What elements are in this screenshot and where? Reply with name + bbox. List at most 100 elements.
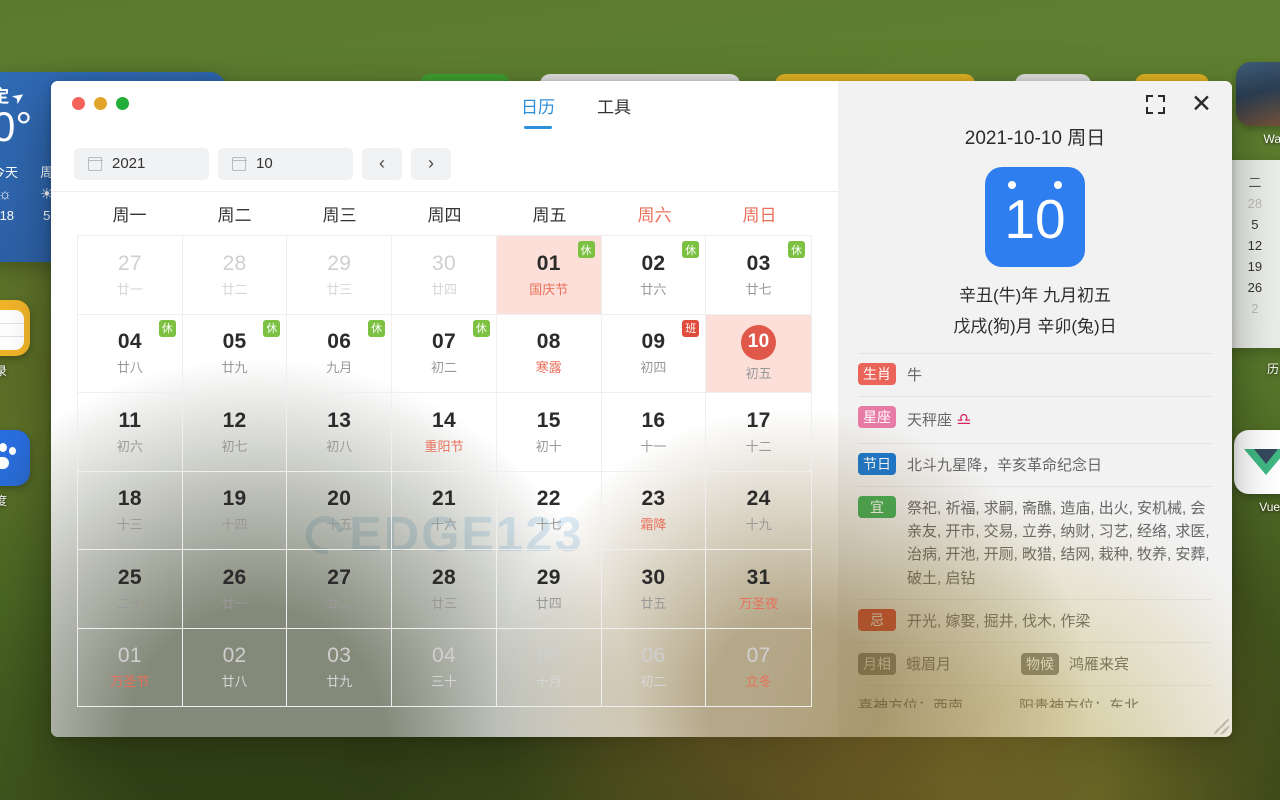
weekday-thu: 周四 — [392, 201, 497, 226]
day-number: 29 — [327, 252, 351, 276]
day-number: 15 — [537, 409, 561, 433]
calendar-day-cell[interactable]: 休04廿八 — [78, 315, 183, 394]
day-number: 03 — [327, 644, 351, 668]
month-picker[interactable]: 10 — [218, 148, 353, 180]
calendar-day-cell[interactable]: 28廿二 — [183, 236, 288, 315]
suitable-tag: 宜 — [858, 496, 896, 518]
year-picker[interactable]: 2021 — [74, 148, 209, 180]
calendar-day-cell[interactable]: 25二十 — [78, 550, 183, 629]
calendar-day-cell[interactable]: 休06九月 — [287, 315, 392, 394]
calendar-day-cell[interactable]: 30廿四 — [392, 236, 497, 315]
calendar-day-cell[interactable]: 02廿八 — [183, 629, 288, 708]
calendar-day-cell[interactable]: 06初二 — [602, 629, 707, 708]
restday-badge: 休 — [473, 320, 490, 337]
window-titlebar: 日历 工具 — [51, 81, 838, 136]
day-number: 22 — [537, 487, 561, 511]
calendar-day-cell[interactable]: 31万圣夜 — [706, 550, 811, 629]
desktop: 定➤ 0° 今天 ☼ /18 周 ☀ 5 录 度 Wall Vue3 二三 28… — [0, 0, 1280, 800]
day-number: 17 — [747, 409, 771, 433]
calendar-day-cell[interactable]: 03 廿九 — [287, 629, 392, 708]
lunar-label: 廿六 — [640, 279, 666, 298]
big-day-number: 10 — [985, 192, 1085, 247]
calendar-day-cell[interactable]: 29廿四 — [497, 550, 602, 629]
calendar-day-cell[interactable]: 21十六 — [392, 472, 497, 551]
tab-tools[interactable]: 工具 — [597, 93, 631, 129]
calendar-day-cell[interactable]: 24十九 — [706, 472, 811, 551]
calendar-day-cell[interactable]: 19十四 — [183, 472, 288, 551]
tab-calendar[interactable]: 日历 — [521, 93, 555, 129]
phenology-group: 物候 鸿雁来宾 — [1021, 652, 1129, 676]
calendar-day-cell[interactable]: 11初六 — [78, 393, 183, 472]
calendar-day-cell[interactable]: 休07初二 — [392, 315, 497, 394]
calendar-day-cell[interactable]: 17十二 — [706, 393, 811, 472]
day-number: 21 — [432, 487, 456, 511]
note-icon[interactable] — [0, 300, 30, 356]
year-value: 2021 — [112, 155, 145, 172]
calendar-day-cell[interactable]: 30廿五 — [602, 550, 707, 629]
calendar-day-cell[interactable]: 休01国庆节 — [497, 236, 602, 315]
zodiac-tag: 生肖 — [858, 363, 896, 385]
wallpaper-icon[interactable] — [1236, 62, 1280, 126]
baidu-icon[interactable] — [0, 430, 30, 486]
calendar-day-grid: 27廿一28廿二29廿三30廿四休01国庆节休 02 廿六 休03廿七休04廿八休05… — [77, 235, 812, 707]
calendar-day-cell[interactable]: 休02廿六 — [602, 236, 707, 315]
lunar-label: 二十 — [117, 593, 143, 612]
calendar-day-cell[interactable]: 01万圣节 — [78, 629, 183, 708]
lunar-label: 十三 — [117, 514, 143, 533]
calendar-day-cell[interactable]: 22十七 — [497, 472, 602, 551]
calendar-day-cell[interactable]: 12初七 — [183, 393, 288, 472]
calendar-day-cell[interactable]: 07立冬 — [706, 629, 811, 708]
weekday-sun: 周日 — [707, 201, 812, 226]
calendar-day-cell[interactable]: 13初八 — [287, 393, 392, 472]
calendar-day-cell[interactable]: 16十一 — [602, 393, 707, 472]
day-number: 20 — [327, 487, 351, 511]
calendar-day-cell[interactable]: 26廿一 — [183, 550, 288, 629]
maximize-window-button[interactable] — [116, 97, 129, 110]
previous-month-button[interactable]: ‹ — [362, 148, 402, 180]
calendar-day-cell[interactable]: 20十五 — [287, 472, 392, 551]
libra-icon: ♎ — [956, 410, 971, 429]
detail-row-avoid: 忌 开光, 嫁娶, 掘井, 伐木, 作梁 — [858, 599, 1212, 642]
day-number: 23 — [641, 487, 665, 511]
vue3-icon[interactable] — [1234, 430, 1280, 494]
lunar-label: 初十 — [536, 436, 562, 455]
calendar-day-cell[interactable]: 28廿三 — [392, 550, 497, 629]
calendar-day-cell[interactable]: 10初五 — [706, 315, 811, 394]
close-window-button[interactable] — [72, 97, 85, 110]
mini-cal-cell: 5 — [1228, 214, 1280, 235]
calendar-day-cell[interactable]: 休03廿七 — [706, 236, 811, 315]
lunar-label: 廿九 — [326, 671, 352, 690]
calendar-day-cell[interactable]: 08寒露 — [497, 315, 602, 394]
calendar-day-cell[interactable]: 班09初四 — [602, 315, 707, 394]
day-number: 10 — [741, 325, 776, 360]
calendar-day-cell[interactable]: 27廿二 — [287, 550, 392, 629]
fullscreen-icon[interactable] — [1146, 95, 1165, 114]
calendar-day-cell[interactable]: 27廿一 — [78, 236, 183, 315]
weekday-mon: 周一 — [77, 201, 182, 226]
calendar-day-cell[interactable]: 29廿三 — [287, 236, 392, 315]
mini-cal-cell: 26 — [1228, 277, 1280, 298]
calendar-day-cell[interactable]: 05十月 — [497, 629, 602, 708]
calendar-day-cell[interactable]: 23霜降 — [602, 472, 707, 551]
calendar-day-cell[interactable]: 14重阳节 — [392, 393, 497, 472]
day-number: 06 — [641, 644, 665, 668]
calendar-day-cell[interactable]: 04三十 — [392, 629, 497, 708]
resize-handle[interactable] — [1214, 719, 1229, 734]
calendar-day-cell[interactable]: 15 初十 — [497, 393, 602, 472]
lunar-label: 廿八 — [222, 671, 248, 690]
next-month-button[interactable]: › — [411, 148, 451, 180]
calendar-day-cell[interactable]: 休05廿九 — [183, 315, 288, 394]
detail-row-festival: 节日 北斗九星降，辛亥革命纪念日 — [858, 443, 1212, 486]
phenology-tag: 物候 — [1021, 653, 1059, 675]
minimize-window-button[interactable] — [94, 97, 107, 110]
calendar-day-cell[interactable]: 18十三 — [78, 472, 183, 551]
day-number: 19 — [223, 487, 247, 511]
lunar-label: 九月 — [326, 357, 352, 376]
day-number: 02 — [641, 252, 665, 276]
weekday-header-row: 周一 周二 周三 周四 周五 周六 周日 — [51, 192, 838, 235]
day-number: 28 — [432, 566, 456, 590]
avoid-tag: 忌 — [858, 609, 896, 631]
close-icon[interactable]: ✕ — [1191, 95, 1212, 114]
weather-day-1: 今天 ☼ /18 — [0, 163, 18, 227]
detail-row-constellation: 星座 天秤座 ♎ — [858, 396, 1212, 442]
